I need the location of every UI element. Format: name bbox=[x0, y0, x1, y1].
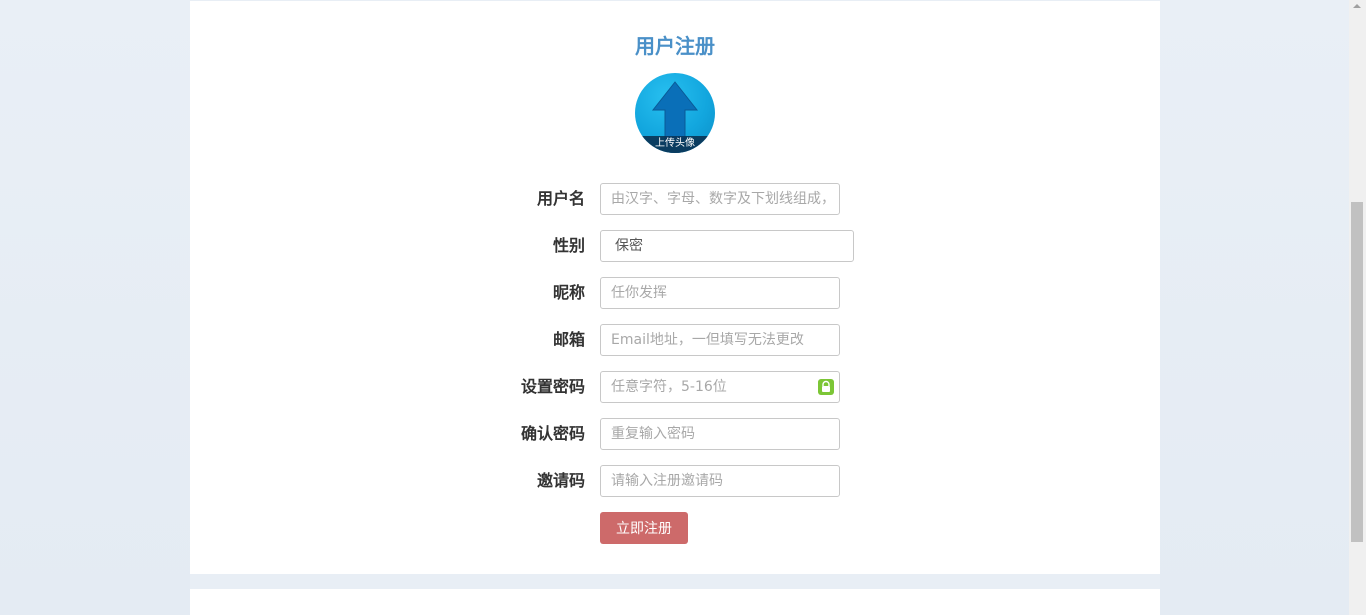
lock-icon[interactable] bbox=[818, 379, 834, 395]
email-row: 邮箱 bbox=[190, 324, 1160, 356]
password-input[interactable] bbox=[600, 371, 840, 403]
register-button[interactable]: 立即注册 bbox=[600, 512, 688, 544]
nickname-label: 昵称 bbox=[552, 283, 585, 302]
invite-code-row: 邀请码 bbox=[190, 465, 1160, 497]
page-title: 用户注册 bbox=[635, 34, 715, 58]
page-background-left bbox=[0, 0, 190, 615]
page-scrollbar[interactable] bbox=[1349, 0, 1366, 615]
register-card: 用户注册 上传头像 用户名 性别 保密 昵称 邮箱 设置密码 bbox=[190, 1, 1160, 574]
avatar-label: 上传头像 bbox=[635, 136, 715, 153]
invite-code-label: 邀请码 bbox=[536, 471, 585, 490]
gender-label: 性别 bbox=[552, 236, 585, 255]
nickname-input[interactable] bbox=[600, 277, 840, 309]
gender-row: 性别 保密 bbox=[190, 230, 1160, 262]
password-label: 设置密码 bbox=[520, 377, 585, 396]
footer-card bbox=[190, 589, 1160, 615]
avatar-upload[interactable]: 上传头像 bbox=[635, 73, 715, 153]
password-row: 设置密码 bbox=[190, 371, 1160, 403]
email-input[interactable] bbox=[600, 324, 840, 356]
username-row: 用户名 bbox=[190, 183, 1160, 215]
invite-code-input[interactable] bbox=[600, 465, 840, 497]
nickname-row: 昵称 bbox=[190, 277, 1160, 309]
username-label: 用户名 bbox=[536, 189, 585, 208]
email-label: 邮箱 bbox=[552, 330, 585, 349]
confirm-password-label: 确认密码 bbox=[520, 424, 585, 443]
confirm-password-row: 确认密码 bbox=[190, 418, 1160, 450]
username-input[interactable] bbox=[600, 183, 840, 215]
lock-glyph bbox=[822, 380, 830, 392]
gender-select[interactable]: 保密 bbox=[600, 230, 854, 262]
scroll-up-arrow-icon[interactable] bbox=[1353, 4, 1361, 8]
scroll-thumb[interactable] bbox=[1351, 202, 1363, 542]
confirm-password-input[interactable] bbox=[600, 418, 840, 450]
page-background-right bbox=[1160, 0, 1350, 615]
gender-value: 保密 bbox=[615, 238, 643, 254]
